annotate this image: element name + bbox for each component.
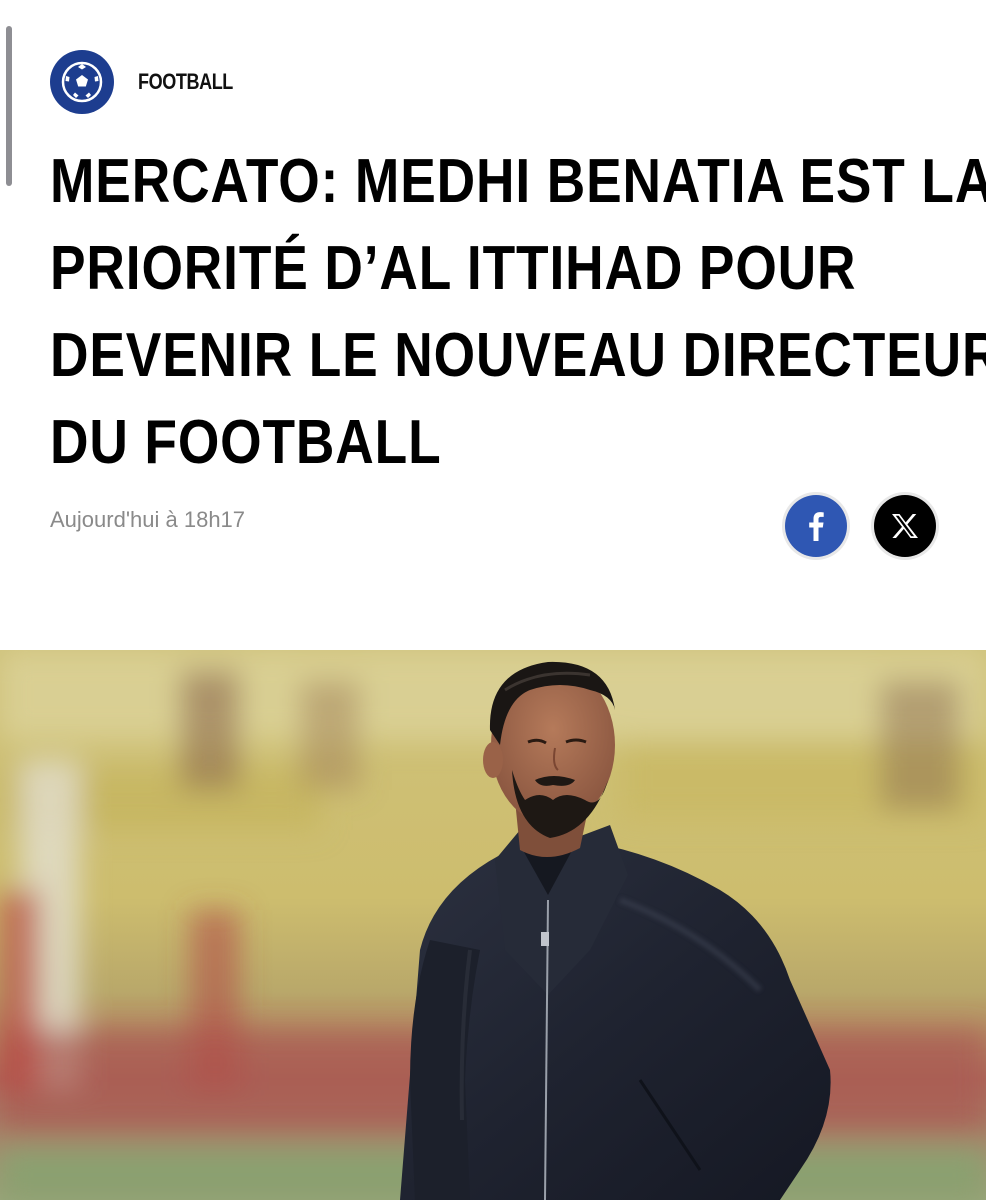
soccer-ball-icon	[50, 50, 114, 114]
x-logo-icon	[892, 514, 918, 538]
publish-timestamp: Aujourd'hui à 18h17	[50, 507, 246, 532]
headline-line: DEVENIR LE NOUVEAU DIRECTEUR	[50, 321, 986, 390]
category-label[interactable]: FOOTBALL	[138, 69, 233, 95]
facebook-icon	[809, 512, 824, 541]
headline-line: DU FOOTBALL	[50, 408, 442, 477]
headline-line: PRIORITÉ D’AL ITTIHAD POUR	[50, 234, 857, 303]
hero-image[interactable]	[0, 650, 986, 1200]
article-meta: Aujourd'hui à 18h17	[50, 495, 936, 559]
article-page: FOOTBALL MERCATO: MEDHI BENATIA EST LA P…	[0, 0, 986, 1200]
share-facebook-button[interactable]	[785, 495, 847, 557]
category-header[interactable]: FOOTBALL	[50, 50, 254, 114]
headline-line: MERCATO: MEDHI BENATIA EST LA	[50, 147, 986, 216]
scroll-indicator[interactable]	[6, 26, 12, 186]
article-headline: MERCATO: MEDHI BENATIA EST LA PRIORITÉ D…	[50, 138, 986, 486]
share-x-button[interactable]	[874, 495, 936, 557]
hero-photo	[0, 650, 986, 1200]
